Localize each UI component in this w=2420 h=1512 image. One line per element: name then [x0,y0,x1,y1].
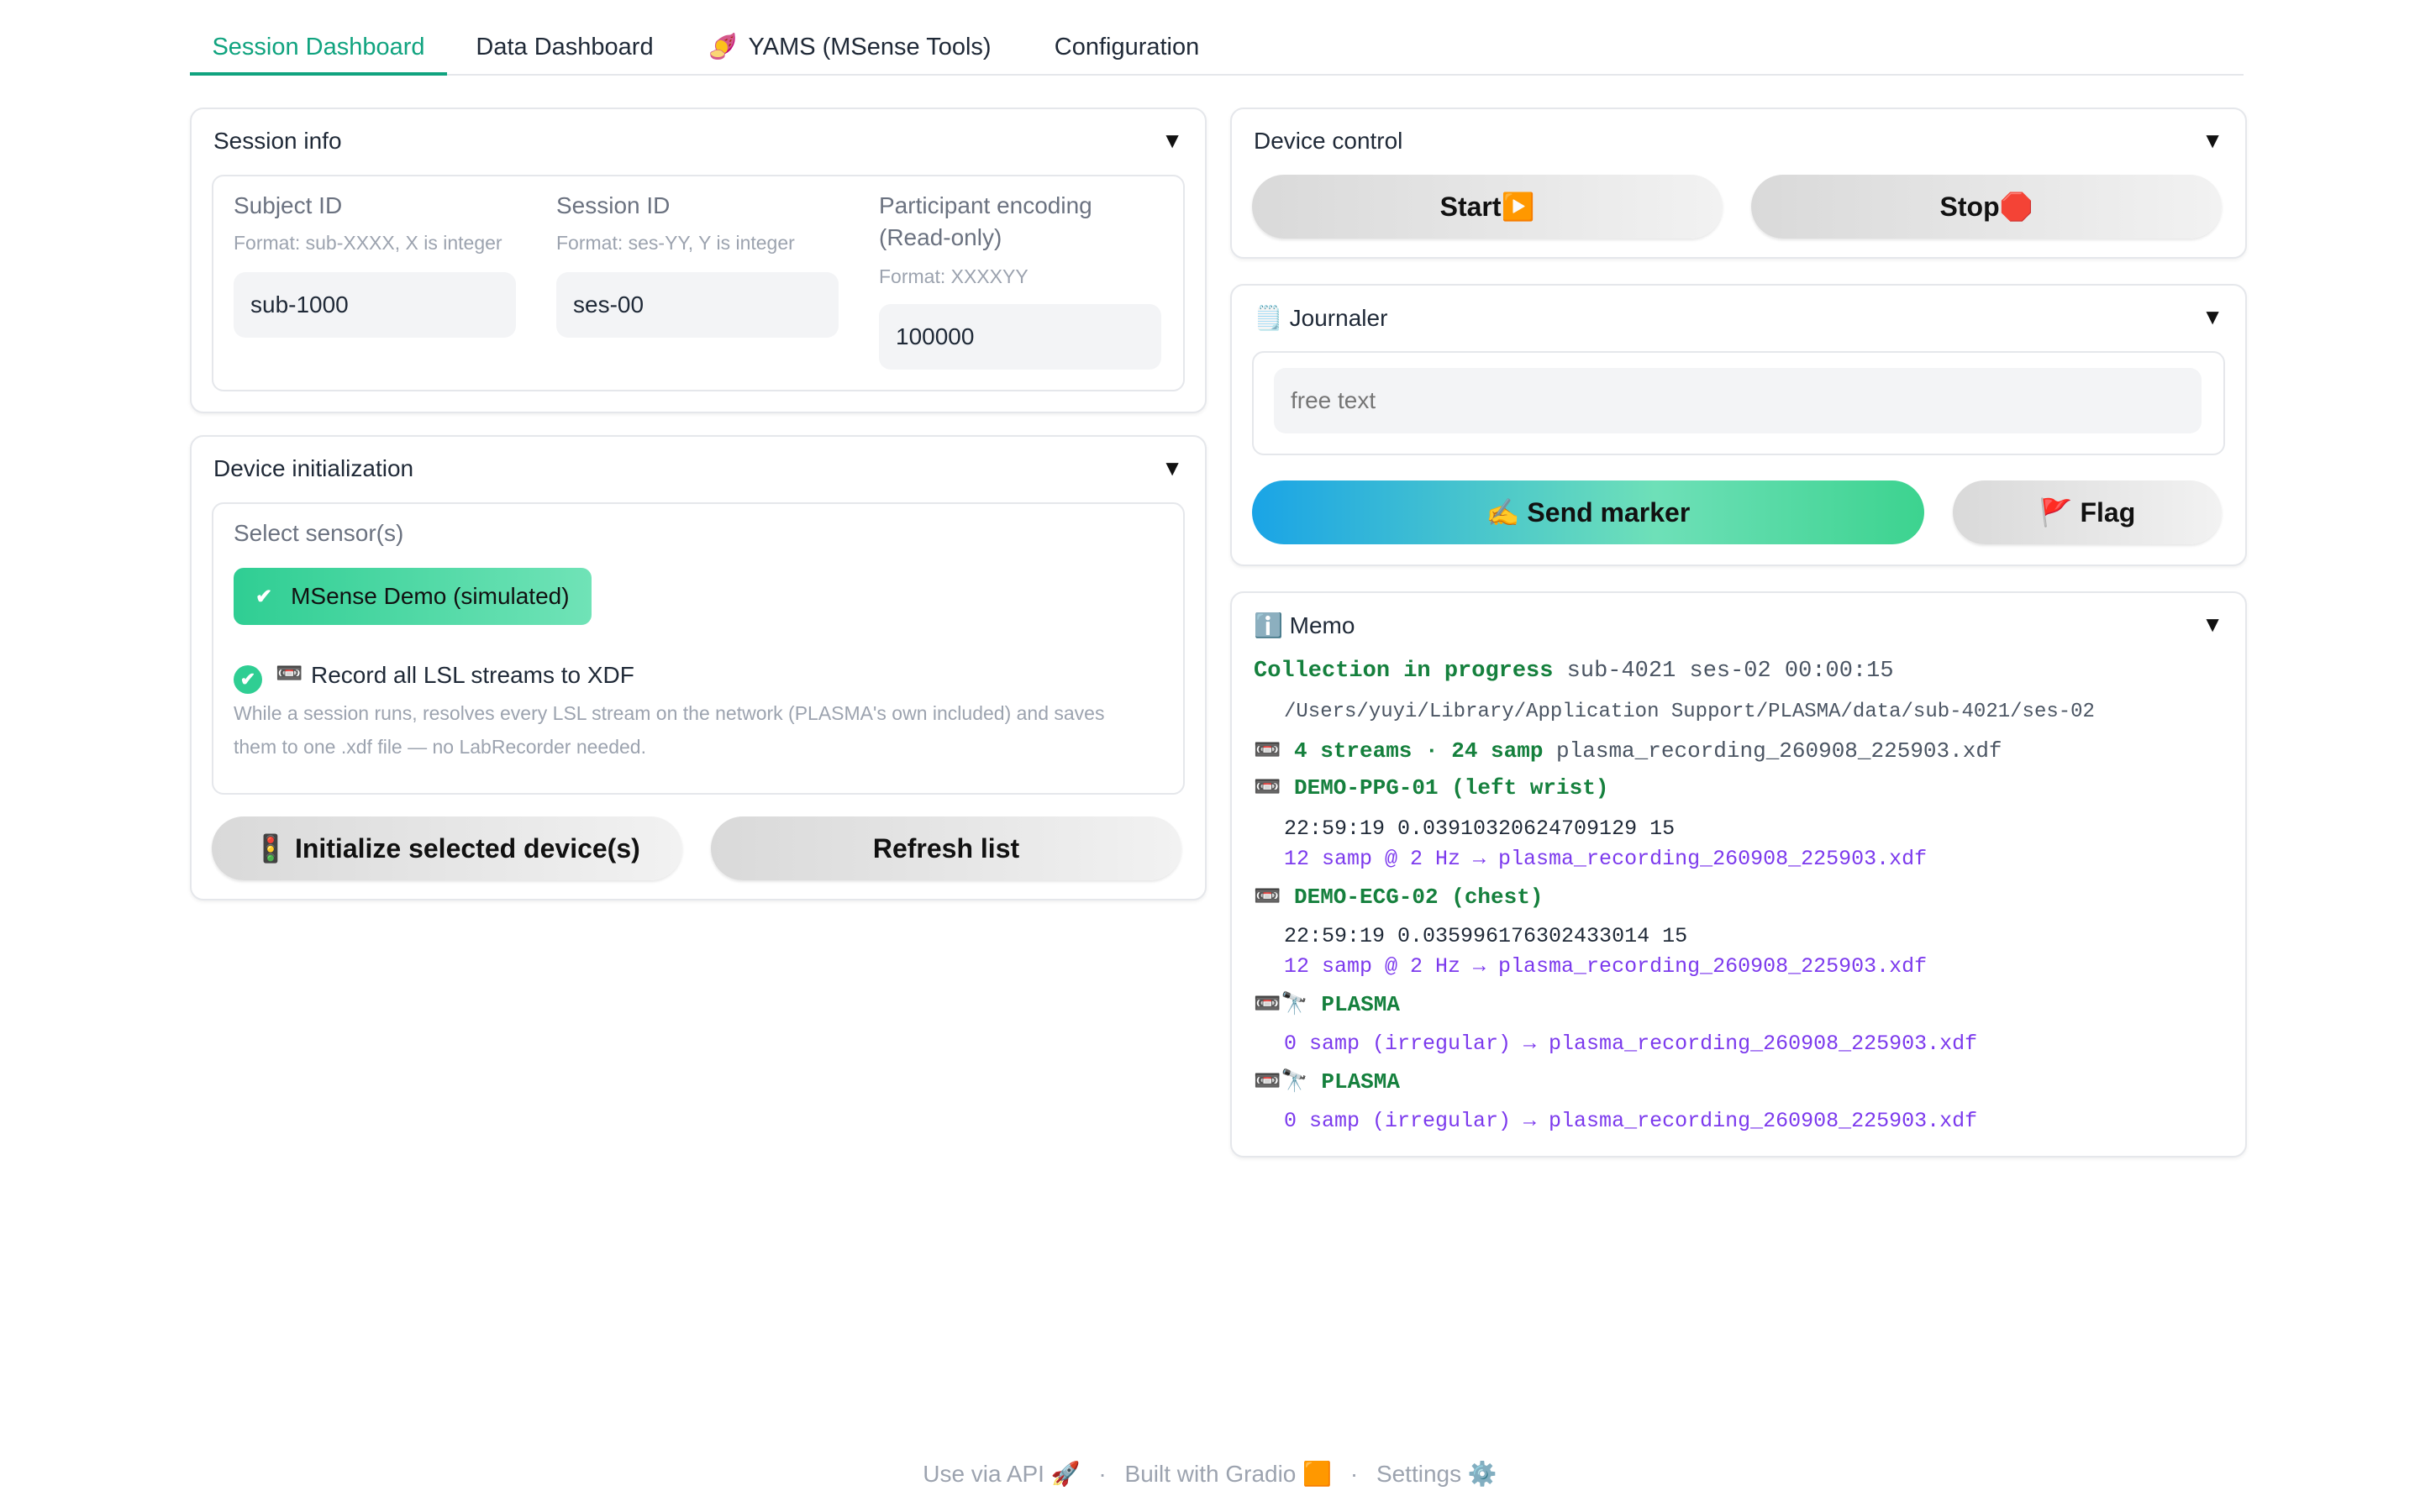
memo-status-bold: Collection in progress [1254,659,1554,684]
memo-status-line: Collection in progress sub-4021 ses-02 0… [1254,659,1894,684]
stream-rate: 12 samp @ 2 Hz → plasma_recording_260908… [1284,954,1928,979]
tab-bar: Session Dashboard Data Dashboard 🍠 YAMS (… [190,27,2244,76]
sensor-chip-msense-demo[interactable]: ✔ MSense Demo (simulated) [234,568,592,625]
initialize-devices-button[interactable]: 🚦 Initialize selected device(s) [212,816,682,880]
tab-session-dashboard[interactable]: Session Dashboard [190,27,447,76]
memo-summary-file: plasma_recording_260908_225903.xdf [1556,738,2002,764]
panel-title: ℹ️ Memo [1254,612,1355,639]
settings-link[interactable]: Settings ⚙️ [1376,1461,1497,1487]
session-info-panel: Session info ▼ Subject ID Format: sub-XX… [190,108,1207,413]
participant-encoding-readonly-label: (Read-only) [879,224,1002,250]
check-icon: ✔ [255,585,273,608]
videocassette-icon: 📼 [1254,885,1281,910]
record-checkbox[interactable]: ✔ [234,665,262,694]
stream-value: 22:59:19 0.03910320624709129 15 [1284,816,1676,841]
session-id-label: Session ID [556,192,671,218]
use-via-api-label: Use via API [923,1461,1044,1487]
videocassette-icon: 📼 [1254,738,1281,764]
footer-separator: · [1098,1461,1107,1487]
session-id-input[interactable] [556,272,839,338]
memo-panel: ℹ️ Memo ▼ Collection in progress sub-402… [1230,591,2247,1158]
collapse-toggle-icon[interactable]: ▼ [2202,128,2223,154]
memo-status-detail: sub-4021 ses-02 00:00:15 [1566,659,1894,684]
stream-rate: 12 samp @ 2 Hz → plasma_recording_260908… [1284,847,1928,871]
stream-header: 📼🔭 PLASMA [1254,991,1400,1017]
settings-label: Settings [1376,1461,1462,1487]
memo-data-path: /Users/yuyi/Library/Application Support/… [1284,701,2095,723]
subject-id-input[interactable] [234,272,516,338]
participant-encoding-label: Participant encoding [879,192,1092,218]
panel-title: Device initialization [213,455,414,481]
record-xdf-hint-line1: While a session runs, resolves every LSL… [234,702,1105,724]
collapse-toggle-icon[interactable]: ▼ [2202,612,2223,638]
record-xdf-hint-line2: them to one .xdf file — no LabRecorder n… [234,736,646,758]
panel-title: Device control [1254,128,1403,154]
flag-button[interactable]: 🚩 Flag [1953,480,2222,544]
panel-title: 🗒️ Journaler [1254,304,1387,332]
journaler-panel: 🗒️ Journaler ▼ ✍️ Send marker 🚩 Flag [1230,284,2247,566]
tab-label: Configuration [1054,34,1200,60]
check-icon: ✔ [239,669,256,690]
memo-summary-bold: 4 streams · 24 samp [1293,738,1544,764]
sweet-potato-icon: 🍠 [708,34,739,60]
participant-encoding-hint: Format: XXXXYY [879,265,1028,287]
collapse-toggle-icon[interactable]: ▼ [1161,128,1183,154]
videocassette-icon: 📼 [276,660,303,685]
videocassette-icon: 📼 [1254,775,1281,801]
subject-id-label: Subject ID [234,192,343,218]
stream-header: 📼 DEMO-PPG-01 (left wrist) [1254,774,1608,801]
notepad-icon: 🗒️ [1254,305,1283,331]
session-id-hint: Format: ses-YY, Y is integer [556,232,795,254]
stream-rate: 0 samp (irregular) → plasma_recording_26… [1284,1032,1978,1056]
select-sensors-label: Select sensor(s) [234,520,404,546]
stream-value: 22:59:19 0.035996176302433014 15 [1284,924,1688,948]
footer: Use via API 🚀 · Built with Gradio 🟧 · Se… [0,1460,2420,1488]
collapse-toggle-icon[interactable]: ▼ [2202,304,2223,330]
stream-header: 📼 DEMO-ECG-02 (chest) [1254,884,1543,910]
collapse-toggle-icon[interactable]: ▼ [1161,455,1183,481]
built-with-gradio-link[interactable]: Built with Gradio 🟧 [1125,1461,1333,1487]
info-icon: ℹ️ [1254,612,1283,638]
start-button[interactable]: Start▶️ [1252,175,1723,239]
videocassette-telescope-icon: 📼🔭 [1254,992,1308,1017]
rocket-icon: 🚀 [1050,1461,1081,1487]
stream-name: PLASMA [1321,1069,1400,1095]
stream-rate: 0 samp (irregular) → plasma_recording_26… [1284,1109,1978,1133]
videocassette-telescope-icon: 📼🔭 [1254,1069,1308,1095]
stream-name: DEMO-PPG-01 (left wrist) [1293,775,1609,801]
subject-id-hint: Format: sub-XXXX, X is integer [234,232,502,254]
record-xdf-label: Record all LSL streams to XDF [311,662,634,688]
device-initialization-panel: Device initialization ▼ Select sensor(s)… [190,435,1207,900]
app-root: Session Dashboard Data Dashboard 🍠 YAMS (… [0,0,2420,1512]
built-with-gradio-label: Built with Gradio [1124,1461,1297,1487]
memo-title-label: Memo [1289,612,1355,638]
stream-header: 📼🔭 PLASMA [1254,1068,1400,1095]
participant-encoding-input [879,304,1161,370]
memo-summary-line: 📼 4 streams · 24 samp plasma_recording_2… [1254,738,2002,764]
stop-button[interactable]: Stop🛑 [1751,175,2222,239]
tab-yams[interactable]: 🍠 YAMS (MSense Tools) [694,27,1005,74]
tab-label: YAMS (MSense Tools) [748,34,992,60]
gradio-logo-icon: 🟧 [1302,1461,1333,1487]
session-fields-box: Subject ID Format: sub-XXXX, X is intege… [212,175,1185,391]
use-via-api-link[interactable]: Use via API 🚀 [923,1461,1080,1487]
tab-label: Session Dashboard [212,34,425,60]
tab-data-dashboard[interactable]: Data Dashboard [472,27,657,74]
stream-name: DEMO-ECG-02 (chest) [1293,885,1544,910]
panel-title: Session info [213,128,342,154]
journal-text-input[interactable] [1274,368,2202,433]
sensor-chip-label: MSense Demo (simulated) [291,583,570,609]
tab-configuration[interactable]: Configuration [1030,27,1223,74]
journaler-title-label: Journaler [1289,305,1388,331]
journal-input-box [1252,351,2225,455]
sensor-select-box: Select sensor(s) ✔ MSense Demo (simulate… [212,502,1185,795]
stream-name: PLASMA [1321,992,1400,1017]
gear-icon: ⚙️ [1467,1461,1497,1487]
tab-label: Data Dashboard [476,34,654,60]
device-control-panel: Device control ▼ Start▶️ Stop🛑 [1230,108,2247,259]
footer-separator: · [1349,1461,1359,1487]
refresh-list-button[interactable]: Refresh list [711,816,1181,880]
send-marker-button[interactable]: ✍️ Send marker [1252,480,1924,544]
